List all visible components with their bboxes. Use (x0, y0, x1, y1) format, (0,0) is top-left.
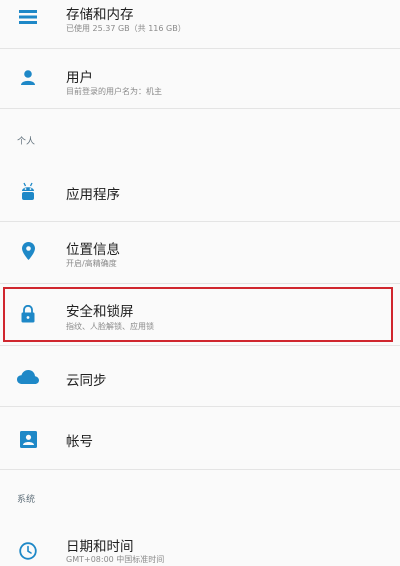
cloud-title: 云同步 (66, 373, 107, 389)
android-icon (17, 181, 39, 203)
location-subtitle: 开启/高精确度 (66, 259, 117, 268)
settings-item-cloud[interactable]: 云同步 (0, 346, 400, 406)
section-header-personal: 个人 (17, 137, 36, 147)
storage-list-icon (17, 6, 39, 28)
location-title: 位置信息 (66, 242, 120, 258)
user-subtitle: 目前登录的用户名为：机主 (66, 87, 162, 96)
storage-subtitle: 已使用 25.37 GB（共 116 GB） (66, 24, 186, 33)
storage-title: 存储和内存 (66, 7, 134, 23)
divider (0, 283, 400, 284)
location-pin-icon (17, 240, 39, 262)
account-title: 帐号 (66, 434, 93, 450)
account-box-icon (17, 428, 39, 450)
clock-icon (17, 540, 39, 562)
settings-item-apps[interactable]: 应用程序 (0, 164, 400, 221)
section-header-system: 系统 (17, 495, 36, 505)
datetime-title: 日期和时间 (66, 539, 134, 555)
divider (0, 108, 400, 109)
settings-item-security[interactable]: 安全和锁屏 指纹、人脸解锁、应用锁 (0, 288, 400, 342)
apps-title: 应用程序 (66, 187, 120, 203)
cloud-icon (16, 366, 40, 388)
person-icon (17, 66, 39, 88)
lock-icon (17, 303, 39, 325)
settings-item-user[interactable]: 用户 目前登录的用户名为：机主 (0, 49, 400, 108)
settings-item-datetime[interactable]: 日期和时间 GMT+08:00 中国标准时间 (0, 522, 400, 566)
datetime-subtitle: GMT+08:00 中国标准时间 (66, 555, 165, 564)
settings-item-location[interactable]: 位置信息 开启/高精确度 (0, 222, 400, 282)
security-subtitle: 指纹、人脸解锁、应用锁 (66, 322, 154, 331)
security-title: 安全和锁屏 (66, 304, 134, 320)
settings-item-storage[interactable]: 存储和内存 已使用 25.37 GB（共 116 GB） (0, 0, 400, 48)
user-title: 用户 (66, 70, 93, 86)
divider (0, 469, 400, 470)
settings-item-account[interactable]: 帐号 (0, 407, 400, 469)
settings-screen: 存储和内存 已使用 25.37 GB（共 116 GB） 用户 目前登录的用户名… (0, 0, 400, 566)
